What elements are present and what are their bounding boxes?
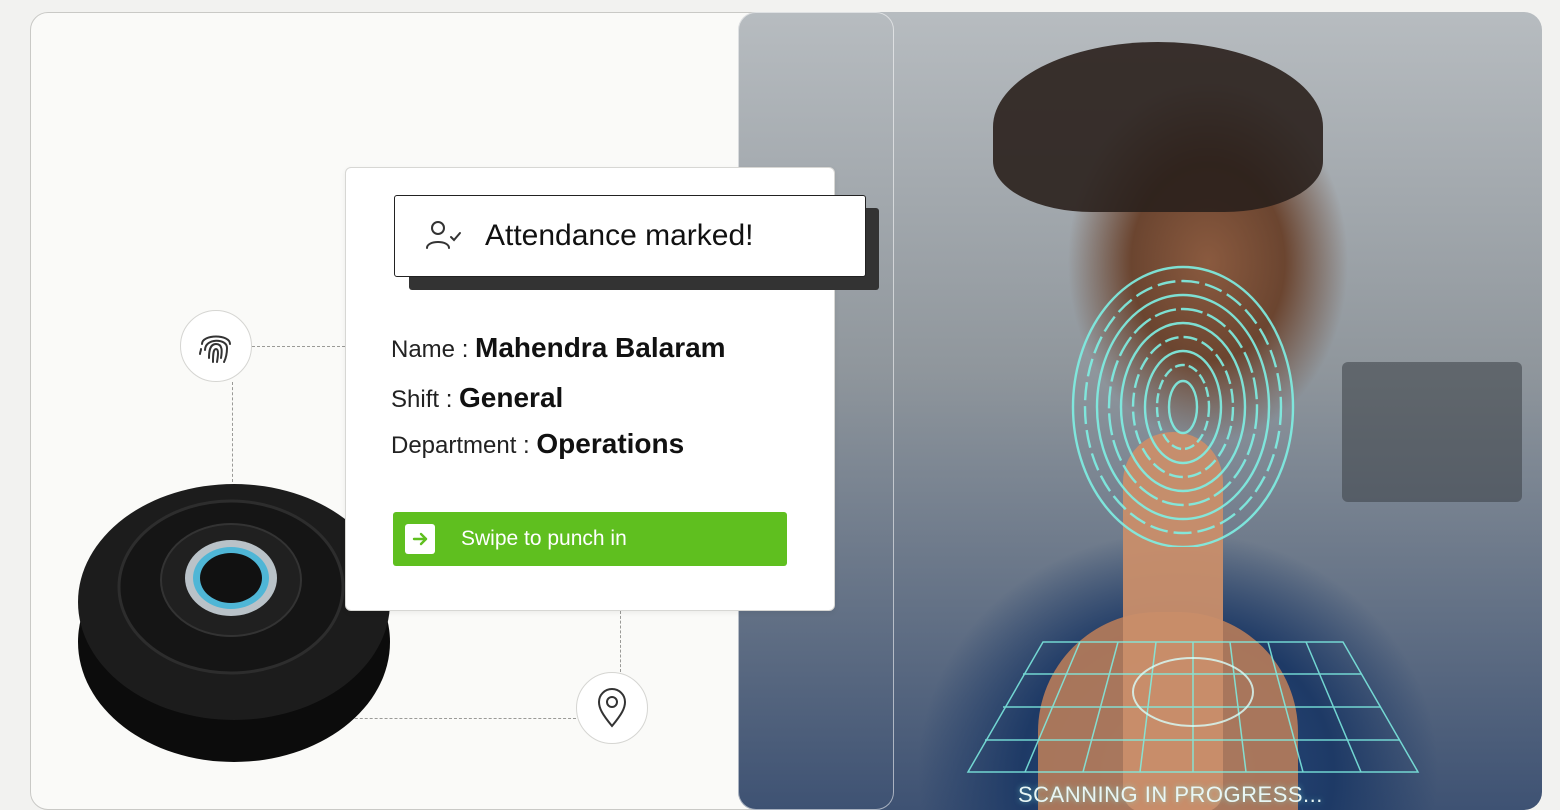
fingerprint-scan-photo: SCANNING IN PROGRESS... [738, 12, 1542, 810]
department-label: Department : [391, 432, 537, 459]
user-check-icon [426, 221, 461, 249]
shift-label: Shift : [391, 386, 460, 413]
location-pin-icon [597, 688, 627, 728]
background-monitor [1342, 362, 1522, 502]
employee-department-row: Department : Operations [391, 428, 684, 460]
person-hair [993, 42, 1323, 212]
swipe-label: Swipe to punch in [461, 527, 627, 550]
shift-value: General [459, 382, 564, 413]
location-badge [576, 672, 648, 744]
fingerprint-badge [180, 310, 252, 382]
connector-line [620, 611, 621, 672]
connector-line [232, 382, 233, 482]
employee-shift-row: Shift : General [391, 382, 563, 414]
connector-line [252, 346, 345, 347]
toast-message: Attendance marked! [485, 219, 754, 252]
swipe-handle[interactable] [405, 524, 435, 554]
name-value: Mahendra Balaram [475, 332, 726, 363]
swipe-to-punch-in-slider[interactable]: Swipe to punch in [393, 512, 787, 566]
scan-status-text: SCANNING IN PROGRESS... [1018, 782, 1323, 807]
arrow-right-icon [412, 532, 428, 546]
attendance-toast: Attendance marked! [394, 195, 866, 277]
employee-name-row: Name : Mahendra Balaram [391, 332, 726, 364]
holographic-fingerprint-icon [1071, 265, 1295, 547]
department-value: Operations [536, 428, 685, 459]
scan-grid-plane [966, 641, 1420, 773]
fingerprint-icon [199, 335, 231, 363]
name-label: Name : [391, 336, 476, 363]
